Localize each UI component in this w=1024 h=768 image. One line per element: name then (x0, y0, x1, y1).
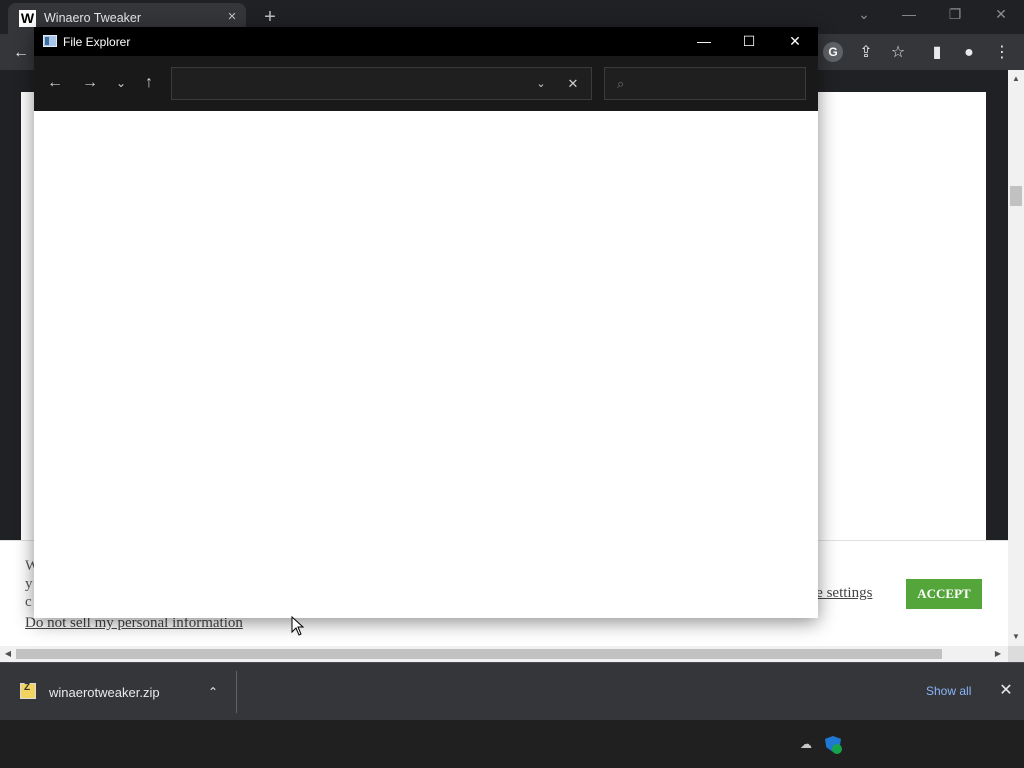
address-input[interactable] (180, 73, 520, 95)
file-explorer-app-icon (43, 35, 57, 47)
browser-minimize-button[interactable]: — (897, 4, 921, 24)
scroll-left-arrow-icon[interactable]: ◀ (2, 646, 14, 662)
search-icon: ⌕ (617, 76, 625, 91)
browser-restore-button[interactable]: ❐ (943, 4, 967, 24)
downloads-bar: winaerotweaker.zip ⌃ Show all ✕ (0, 662, 1024, 720)
downloads-divider (236, 671, 237, 713)
file-explorer-window: File Explorer — ☐ ✕ ← → ⌄ ↑ ⌄ ✕ ⌕ (34, 27, 818, 618)
bookmark-star-icon[interactable]: ☆ (887, 42, 909, 64)
download-filename: winaerotweaker.zip (49, 685, 160, 700)
side-panel-icon[interactable]: ▮ (926, 42, 948, 64)
horizontal-scroll-thumb[interactable] (16, 649, 942, 659)
mouse-pointer-icon (291, 616, 305, 636)
search-input[interactable] (639, 73, 799, 95)
onedrive-icon[interactable]: ☁ (800, 737, 818, 751)
recent-locations-chevron-icon[interactable]: ⌄ (110, 73, 132, 93)
explorer-minimize-button[interactable]: — (681, 29, 727, 53)
tab-search-icon[interactable]: ⌄ (852, 4, 876, 24)
google-extension-icon[interactable]: G (823, 42, 843, 62)
scroll-right-arrow-icon[interactable]: ▶ (992, 646, 1004, 662)
share-icon[interactable]: ⇪ (855, 42, 877, 64)
chrome-menu-icon[interactable]: ⋮ (991, 42, 1013, 64)
defender-status-check-icon (832, 744, 842, 754)
address-clear-icon[interactable]: ✕ (564, 74, 582, 94)
explorer-title-bar[interactable]: File Explorer — ☐ ✕ (34, 27, 818, 56)
address-bar[interactable]: ⌄ ✕ (171, 67, 592, 100)
search-box[interactable]: ⌕ (604, 67, 806, 100)
accept-cookies-button[interactable]: ACCEPT (906, 579, 982, 609)
vertical-scrollbar[interactable]: ▲ ▼ (1008, 70, 1024, 646)
page-left-margin (0, 92, 21, 552)
show-all-downloads-link[interactable]: Show all (926, 684, 971, 698)
horizontal-scrollbar[interactable]: ◀ ▶ (0, 646, 1008, 662)
close-downloads-bar-icon[interactable]: ✕ (996, 681, 1016, 701)
browser-tab-title: Winaero Tweaker (44, 11, 142, 25)
forward-arrow-icon[interactable]: → (79, 73, 101, 93)
profile-icon[interactable]: ● (958, 42, 980, 64)
explorer-content-pane[interactable] (34, 111, 818, 618)
back-arrow-icon[interactable]: ← (10, 42, 32, 64)
cookie-settings-link[interactable]: ie settings (812, 585, 872, 602)
scroll-up-arrow-icon[interactable]: ▲ (1008, 72, 1024, 86)
explorer-navigation-bar: ← → ⌄ ↑ ⌄ ✕ ⌕ (34, 56, 818, 111)
explorer-maximize-button[interactable]: ☐ (726, 29, 772, 53)
explorer-window-title: File Explorer (63, 35, 131, 49)
tab-close-icon[interactable]: × (224, 9, 240, 25)
back-arrow-icon[interactable]: ← (44, 73, 66, 93)
download-options-chevron-icon[interactable]: ⌃ (204, 683, 222, 701)
vertical-scroll-thumb[interactable] (1010, 186, 1022, 206)
new-tab-button[interactable]: + (258, 6, 282, 28)
windows-taskbar: ☁ (0, 720, 1024, 768)
scroll-down-arrow-icon[interactable]: ▼ (1008, 630, 1024, 644)
browser-close-button[interactable]: ✕ (989, 4, 1013, 24)
address-history-chevron-icon[interactable]: ⌄ (532, 74, 550, 94)
scrollbar-corner (1008, 646, 1024, 662)
up-arrow-icon[interactable]: ↑ (138, 73, 160, 93)
winaero-favicon-icon: W (19, 10, 36, 27)
zip-file-icon (20, 682, 36, 699)
explorer-close-button[interactable]: ✕ (772, 29, 818, 53)
